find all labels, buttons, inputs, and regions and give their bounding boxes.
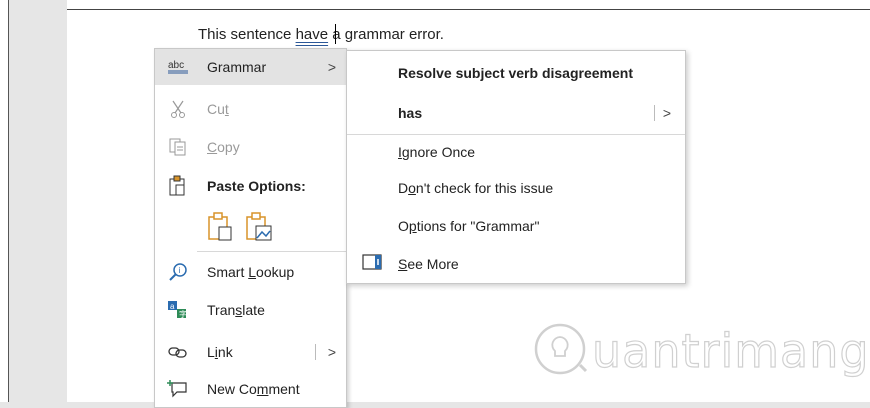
sentence-text-before: This sentence — [198, 26, 296, 43]
translate-icon: a字 — [167, 299, 189, 321]
submenu-title: Resolve subject verb disagreement — [347, 55, 685, 91]
menu-item-link[interactable]: Link > — [155, 334, 346, 370]
link-split-divider — [315, 344, 316, 360]
menu-item-copy[interactable]: Copy — [155, 129, 346, 165]
svg-text:字: 字 — [179, 309, 187, 319]
new-comment-label: New Comment — [207, 381, 300, 397]
translate-label: Translate — [207, 302, 265, 318]
link-label: Link — [207, 344, 233, 360]
abc-icon: abc — [167, 56, 189, 78]
menu-item-cut[interactable]: Cut — [155, 91, 346, 127]
link-icon — [167, 341, 189, 363]
suggestion-label: has — [398, 105, 423, 121]
paste-options-row — [207, 211, 273, 246]
menu-item-smart-lookup[interactable]: i Smart Lookup — [155, 254, 346, 290]
dont-check-item[interactable]: Don't check for this issue — [347, 170, 685, 206]
page-margin — [9, 0, 67, 402]
cut-label: Cut — [207, 101, 229, 117]
smart-lookup-icon: i — [167, 261, 189, 283]
text-caret — [335, 24, 336, 44]
pane-icon — [361, 253, 383, 274]
menu-item-paste-options: Paste Options: — [155, 168, 346, 204]
submenu-arrow-icon: > — [327, 59, 336, 75]
watermark-logo-icon — [532, 321, 588, 382]
copy-icon — [167, 136, 189, 158]
svg-text:abc: abc — [168, 60, 184, 71]
new-comment-icon — [167, 378, 189, 400]
scissors-icon — [167, 98, 189, 120]
resolve-title: Resolve subject verb disagreement — [398, 65, 633, 81]
menu-separator — [197, 251, 346, 252]
clipboard-icon — [167, 175, 189, 197]
suggestion-split-divider — [654, 105, 655, 121]
sentence-text-after: a grammar error. — [328, 26, 444, 43]
see-more-item[interactable]: See More — [347, 246, 685, 282]
grammar-options-label: Options for "Grammar" — [398, 218, 540, 234]
dont-check-label: Don't check for this issue — [398, 180, 554, 196]
menu-item-translate[interactable]: a字 Translate — [155, 292, 346, 328]
smart-lookup-label: Smart Lookup — [207, 264, 295, 280]
ignore-once-item[interactable]: Ignore Once — [347, 134, 685, 170]
paste-keep-formatting-icon[interactable] — [207, 211, 233, 246]
paste-picture-icon[interactable] — [245, 211, 273, 246]
menu-item-grammar[interactable]: abc Grammar > — [155, 49, 346, 85]
grammar-submenu: Resolve subject verb disagreement has > … — [346, 50, 686, 284]
document-sentence[interactable]: This sentence have a grammar error. — [198, 26, 444, 43]
svg-text:i: i — [179, 266, 181, 275]
paste-options-label: Paste Options: — [207, 178, 306, 194]
suggestion-arrow-icon[interactable]: > — [663, 105, 671, 121]
window-left-edge — [0, 0, 9, 402]
copy-label: Copy — [207, 139, 240, 155]
svg-text:a: a — [170, 302, 175, 311]
suggestion-has[interactable]: has > — [347, 95, 685, 131]
page-top-border — [67, 9, 870, 10]
grammar-label: Grammar — [207, 59, 267, 75]
grammar-options-item[interactable]: Options for "Grammar" — [347, 208, 685, 244]
watermark-text: uantrimang — [591, 323, 870, 378]
context-menu: abc Grammar > Cut Copy Paste Options: i — [154, 48, 347, 408]
link-arrow-icon[interactable]: > — [328, 344, 336, 360]
ignore-once-label: Ignore Once — [398, 144, 476, 160]
watermark: uantrimang — [532, 316, 870, 386]
grammar-error-word[interactable]: have — [296, 26, 329, 43]
see-more-label: See More — [398, 256, 459, 272]
